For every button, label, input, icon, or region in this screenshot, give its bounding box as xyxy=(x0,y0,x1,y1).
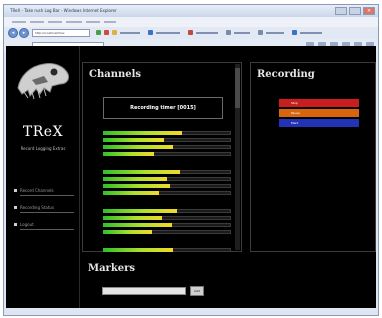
channels-title: Channels xyxy=(89,69,142,80)
pause-recording-button[interactable]: Pause xyxy=(279,109,359,117)
sidebar-item-recording-status[interactable]: Recording Status xyxy=(14,203,76,220)
sidebar-item-label: Recording Status xyxy=(20,205,55,210)
toolbar-item[interactable] xyxy=(120,32,140,34)
browser-toolbar xyxy=(96,30,376,36)
level-meter xyxy=(103,176,233,182)
dinosaur-skull-logo xyxy=(17,63,69,100)
address-bar: ◂ ▸ http://localhost/trex xyxy=(4,27,378,39)
level-meter-fill xyxy=(103,248,173,252)
scrollbar-thumb[interactable] xyxy=(235,68,240,108)
level-meter-fill xyxy=(103,230,152,234)
brand-name: TReX xyxy=(22,124,64,140)
channels-panel: Channels Recording timer [0015] xyxy=(82,62,242,252)
forward-icon[interactable]: ▸ xyxy=(19,28,29,38)
level-meter-fill xyxy=(103,152,154,156)
level-meter xyxy=(103,137,233,143)
sidebar-item-record-channels[interactable]: Record Channels xyxy=(14,186,76,203)
level-meter xyxy=(103,169,233,175)
stop-icon[interactable] xyxy=(104,30,109,35)
bullet-icon xyxy=(14,206,17,209)
sidebar-item-logout[interactable]: Logout xyxy=(14,220,76,237)
bookmark-icon[interactable] xyxy=(188,30,193,35)
markers-title: Markers xyxy=(88,263,136,274)
level-meter-fill xyxy=(103,184,170,188)
menu-item-help[interactable] xyxy=(104,21,116,23)
page-content: TReX Record Logging Extras Record Channe… xyxy=(6,46,376,308)
sidebar: TReX Record Logging Extras Record Channe… xyxy=(6,46,80,308)
markers-panel: Markers Add xyxy=(82,257,376,308)
level-meter-fill xyxy=(103,145,173,149)
menu-item-favorites[interactable] xyxy=(66,21,82,23)
level-meter xyxy=(103,183,233,189)
minimize-button[interactable] xyxy=(335,7,347,15)
level-meter-fill xyxy=(103,216,162,220)
level-meter xyxy=(103,229,233,235)
print-icon[interactable] xyxy=(226,30,231,35)
sidebar-nav: Record Channels Recording Status Logout xyxy=(14,186,76,237)
url-input[interactable]: http://localhost/trex xyxy=(32,29,90,37)
recording-status: Recording timer [0015] xyxy=(103,97,223,119)
sidebar-item-label: Logout xyxy=(20,222,34,227)
page-icon[interactable] xyxy=(292,30,297,35)
mail-icon[interactable] xyxy=(258,30,263,35)
divider xyxy=(20,212,74,213)
divider xyxy=(20,195,74,196)
level-meter-fill xyxy=(103,191,159,195)
window-title: TReX - Take rush Log Bar - Windows Inter… xyxy=(10,8,117,13)
screen: TReX - Take rush Log Bar - Windows Inter… xyxy=(0,0,382,318)
search-icon[interactable] xyxy=(148,30,153,35)
level-meter xyxy=(103,144,233,150)
level-meter xyxy=(103,222,233,228)
menu-item-tools[interactable] xyxy=(86,21,100,23)
toolbar-item[interactable] xyxy=(300,32,322,34)
level-meter-fill xyxy=(103,131,182,135)
close-button[interactable]: × xyxy=(363,7,375,15)
level-meter-fill xyxy=(103,138,164,142)
window-controls: × xyxy=(335,7,375,15)
mark-button[interactable]: Mark xyxy=(279,119,359,127)
brand-tagline: Record Logging Extras xyxy=(20,146,66,151)
level-meter xyxy=(103,215,233,221)
maximize-button[interactable] xyxy=(349,7,361,15)
refresh-icon[interactable] xyxy=(96,30,101,35)
stop-recording-button[interactable]: Stop xyxy=(279,99,359,107)
bullet-icon xyxy=(14,223,17,226)
toolbar-item[interactable] xyxy=(266,32,284,34)
menu-item-view[interactable] xyxy=(48,21,62,23)
menu-item-edit[interactable] xyxy=(30,21,44,23)
level-meter-fill xyxy=(103,223,172,227)
favorites-icon[interactable] xyxy=(112,30,117,35)
channel-group xyxy=(103,130,233,158)
divider xyxy=(20,229,74,230)
channel-group xyxy=(103,169,233,197)
toolbar-item[interactable] xyxy=(234,32,250,34)
back-icon[interactable]: ◂ xyxy=(8,28,18,38)
menu-item-file[interactable] xyxy=(12,21,26,23)
toolbar-item[interactable] xyxy=(196,32,218,34)
add-marker-button[interactable]: Add xyxy=(190,286,204,296)
browser-titlebar: TReX - Take rush Log Bar - Windows Inter… xyxy=(4,5,378,17)
level-meter xyxy=(103,247,233,253)
recording-title: Recording xyxy=(257,69,315,80)
level-meter-fill xyxy=(103,177,167,181)
marker-input[interactable] xyxy=(102,287,186,295)
sidebar-item-label: Record Channels xyxy=(20,188,54,193)
level-meter-fill xyxy=(103,170,180,174)
level-meter xyxy=(103,151,233,157)
menu-bar xyxy=(4,17,378,27)
level-meter xyxy=(103,208,233,214)
level-meter xyxy=(103,130,233,136)
level-meter xyxy=(103,190,233,196)
level-meter-fill xyxy=(103,209,177,213)
channel-group xyxy=(103,247,233,254)
recording-panel: Recording Stop Pause Mark xyxy=(250,62,376,252)
channels-scrollbar[interactable] xyxy=(235,64,240,250)
toolbar-item[interactable] xyxy=(156,32,180,34)
channel-group xyxy=(103,208,233,236)
bullet-icon xyxy=(14,189,17,192)
